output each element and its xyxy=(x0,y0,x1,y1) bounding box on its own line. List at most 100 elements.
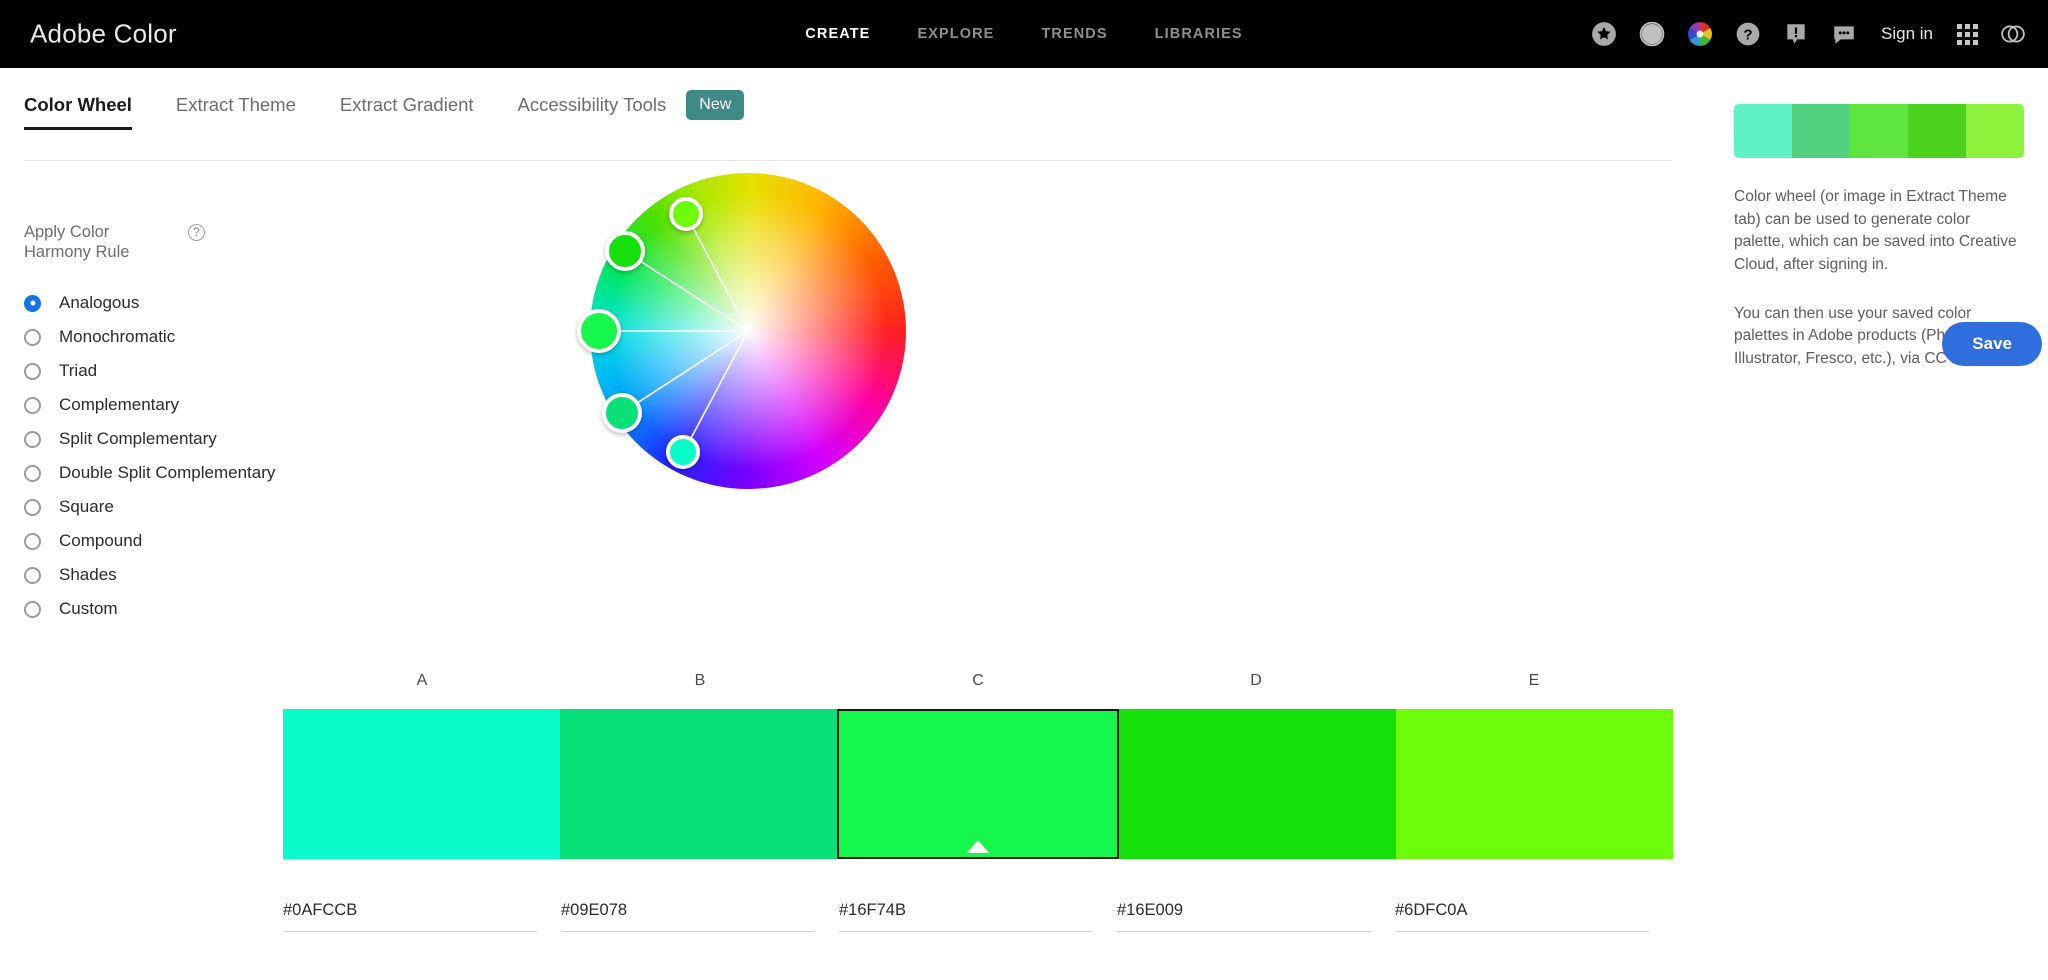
tab-list: Color Wheel Extract Theme Extract Gradie… xyxy=(24,90,745,134)
color-wheel-handle[interactable] xyxy=(577,309,622,353)
color-swatch[interactable] xyxy=(837,709,1119,859)
hex-input[interactable]: #16F74B xyxy=(839,901,1093,932)
swatch-letter: D xyxy=(1250,672,1262,689)
radio-indicator[interactable] xyxy=(24,464,41,482)
swatch-letter: E xyxy=(1528,672,1540,689)
radio-indicator[interactable] xyxy=(24,532,41,550)
help-icon[interactable]: ? xyxy=(1735,21,1761,47)
harmony-spoke xyxy=(684,213,749,332)
radio-indicator[interactable] xyxy=(24,600,41,618)
harmony-spoke xyxy=(621,330,749,414)
harmony-radio-group: Analogous Monochromatic Triad Complement… xyxy=(24,286,324,626)
hex-field-cell: #16F74B xyxy=(839,901,1117,932)
tab-color-wheel[interactable]: Color Wheel xyxy=(24,94,132,130)
harmony-option-square[interactable]: Square xyxy=(24,490,324,524)
sign-in-link[interactable]: Sign in xyxy=(1881,24,1933,44)
harmony-option-label: Custom xyxy=(59,599,118,619)
contrast-theme-icon[interactable] xyxy=(1639,21,1665,47)
harmony-spokes xyxy=(599,213,749,453)
harmony-option-custom[interactable]: Custom xyxy=(24,592,324,626)
color-wheel-handle[interactable] xyxy=(668,196,703,231)
preview-swatch xyxy=(1966,104,2024,158)
header-actions: ? Sign in xyxy=(1591,21,2026,47)
svg-text:?: ? xyxy=(1743,26,1752,43)
color-swatch[interactable] xyxy=(1395,709,1674,859)
hex-field-cell: #09E078 xyxy=(561,901,839,932)
color-swatch[interactable] xyxy=(1118,709,1396,859)
save-button[interactable]: Save xyxy=(1942,322,2042,366)
preview-swatch xyxy=(1908,104,1966,158)
harmony-spoke xyxy=(624,250,749,332)
harmony-option-analogous[interactable]: Analogous xyxy=(24,286,324,320)
swatch-letter: A xyxy=(416,672,428,689)
radio-indicator[interactable] xyxy=(24,362,41,380)
harmony-option-compound[interactable]: Compound xyxy=(24,524,324,558)
harmony-option-label: Triad xyxy=(59,361,98,381)
creative-cloud-icon[interactable] xyxy=(2000,21,2026,47)
tab-extract-gradient[interactable]: Extract Gradient xyxy=(340,94,474,130)
harmony-option-label: Shades xyxy=(59,565,117,585)
harmony-option-label: Square xyxy=(59,497,114,517)
harmony-option-split-complementary[interactable]: Split Complementary xyxy=(24,422,324,456)
harmony-option-shades[interactable]: Shades xyxy=(24,558,324,592)
harmony-option-label: Compound xyxy=(59,531,143,551)
swatch-letter-row: A B C D E xyxy=(283,672,1673,698)
harmony-option-triad[interactable]: Triad xyxy=(24,354,324,388)
announcement-icon[interactable] xyxy=(1783,21,1809,47)
color-wheel-icon[interactable] xyxy=(1687,21,1713,47)
harmony-option-label: Complementary xyxy=(59,395,179,415)
color-wheel-handle[interactable] xyxy=(602,392,643,433)
swatch-strip xyxy=(283,709,1674,859)
harmony-spoke xyxy=(682,330,749,453)
radio-indicator[interactable] xyxy=(24,566,41,584)
radio-indicator[interactable] xyxy=(24,498,41,516)
preview-swatch xyxy=(1850,104,1908,158)
brand-title: Adobe Color xyxy=(30,18,177,49)
hex-input[interactable]: #6DFC0A xyxy=(1395,901,1649,932)
nav-item-explore[interactable]: EXPLORE xyxy=(917,26,994,42)
app-grid-icon[interactable] xyxy=(1957,23,1978,45)
harmony-option-monochromatic[interactable]: Monochromatic xyxy=(24,320,324,354)
tab-extract-theme[interactable]: Extract Theme xyxy=(176,94,296,130)
color-wheel-widget[interactable] xyxy=(577,173,906,489)
nav-item-create[interactable]: CREATE xyxy=(805,26,870,42)
radio-indicator[interactable] xyxy=(24,328,41,346)
harmony-option-complementary[interactable]: Complementary xyxy=(24,388,324,422)
harmony-option-label: Split Complementary xyxy=(59,429,217,449)
harmony-option-double-split-complementary[interactable]: Double Split Complementary xyxy=(24,456,324,490)
active-swatch-caret xyxy=(967,840,989,853)
hex-input[interactable]: #09E078 xyxy=(561,901,815,932)
color-wheel-handle[interactable] xyxy=(604,230,645,271)
harmony-panel: Apply Color Harmony Rule ? Analogous Mon… xyxy=(24,222,324,626)
preview-swatch xyxy=(1734,104,1792,158)
nav-item-trends[interactable]: TRENDS xyxy=(1041,26,1107,42)
hex-input-row: #0AFCCB #09E078 #16F74B #16E009 #6DFC0A xyxy=(283,901,1673,932)
tab-divider xyxy=(24,160,1672,161)
harmony-option-label: Analogous xyxy=(59,293,140,313)
swatch-letter: C xyxy=(972,672,984,689)
harmony-title: Apply Color Harmony Rule xyxy=(24,223,130,262)
info-paragraph-1: Color wheel (or image in Extract Theme t… xyxy=(1734,188,2017,273)
harmony-option-label: Monochromatic xyxy=(59,327,176,347)
hex-input[interactable]: #0AFCCB xyxy=(283,901,537,932)
main-navigation: CREATE EXPLORE TRENDS LIBRARIES xyxy=(805,26,1242,42)
radio-indicator[interactable] xyxy=(24,396,41,414)
nav-item-libraries[interactable]: LIBRARIES xyxy=(1155,26,1243,42)
tab-accessibility-tools[interactable]: Accessibility Tools xyxy=(518,94,667,130)
hex-field-cell: #0AFCCB xyxy=(283,901,561,932)
hex-field-cell: #6DFC0A xyxy=(1395,901,1673,932)
top-navigation-bar: Adobe Color CREATE EXPLORE TRENDS LIBRAR… xyxy=(0,0,2048,68)
hex-field-cell: #16E009 xyxy=(1117,901,1395,932)
color-swatch[interactable] xyxy=(560,709,838,859)
star-badge-icon[interactable] xyxy=(1591,21,1617,47)
question-mark-icon[interactable]: ? xyxy=(188,224,205,241)
harmony-option-label: Double Split Complementary xyxy=(59,463,276,483)
chat-icon[interactable] xyxy=(1831,21,1857,47)
radio-indicator[interactable] xyxy=(24,294,41,312)
hex-input[interactable]: #16E009 xyxy=(1117,901,1371,932)
new-badge: New xyxy=(686,90,745,120)
color-swatch[interactable] xyxy=(283,709,561,859)
radio-indicator[interactable] xyxy=(24,430,41,448)
color-wheel-handle[interactable] xyxy=(666,435,701,470)
preview-swatch xyxy=(1792,104,1850,158)
